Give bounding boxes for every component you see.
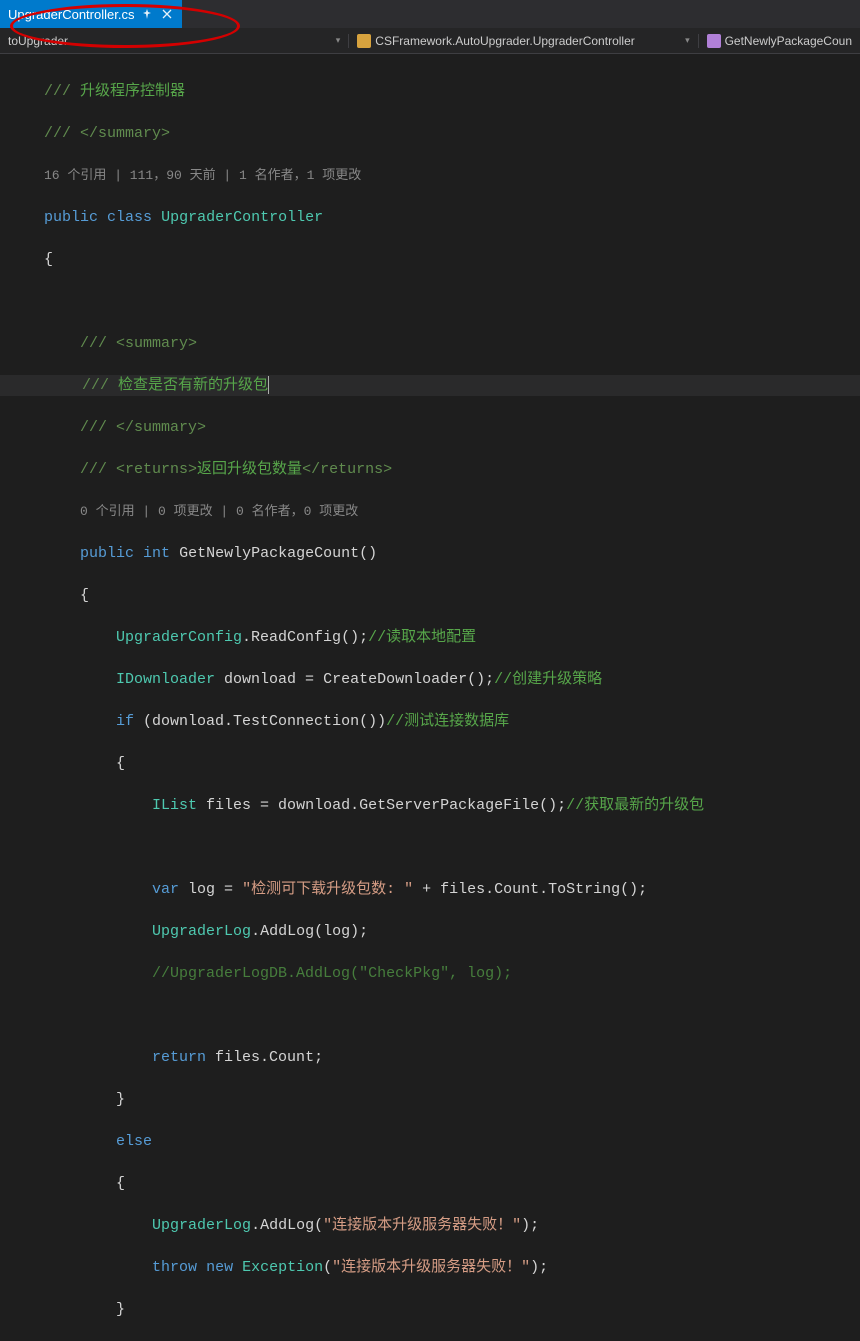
code-text: download = CreateDownloader();	[215, 671, 494, 688]
type: UpgraderLog	[152, 1217, 251, 1234]
text-caret	[268, 376, 269, 394]
nav-member-dropdown[interactable]: GetNewlyPackageCoun	[699, 34, 860, 48]
code-text: + files.Count.ToString();	[413, 881, 647, 898]
string: "连接版本升级服务器失败！"	[332, 1259, 530, 1276]
brace: {	[44, 251, 53, 268]
brace: {	[116, 755, 125, 772]
codelens-refs[interactable]: 0 个引用 | 0 项更改 | 0 名作者，0 项更改	[80, 504, 358, 519]
brace: }	[116, 1091, 125, 1108]
method-icon	[707, 34, 721, 48]
comment: //获取最新的升级包	[566, 797, 704, 814]
xml-doc-text: 升级程序控制器	[80, 83, 185, 100]
code-text: );	[521, 1217, 539, 1234]
tab-label: UpgraderController.cs	[8, 7, 134, 22]
close-icon[interactable]	[160, 7, 174, 21]
kw: public	[80, 545, 134, 562]
nav-member-label: GetNewlyPackageCoun	[725, 34, 852, 48]
kw: throw	[152, 1259, 197, 1276]
comment: //创建升级策略	[494, 671, 602, 688]
nav-namespace-dropdown[interactable]: toUpgrader ▾	[0, 34, 349, 48]
code-text: );	[530, 1259, 548, 1276]
code-text: (	[323, 1259, 332, 1276]
parens: ()	[359, 545, 377, 562]
xml-tag: <summary>	[116, 335, 197, 352]
type: UpgraderController	[161, 209, 323, 226]
string: "检测可下载升级包数: "	[242, 881, 413, 898]
kw: new	[206, 1259, 233, 1276]
xml-tag: <returns>	[116, 461, 197, 478]
string: "连接版本升级服务器失败！"	[323, 1217, 521, 1234]
code-text: .AddLog(log);	[251, 923, 368, 940]
xml-tag: </summary>	[116, 419, 206, 436]
type: UpgraderLog	[152, 923, 251, 940]
nav-class-dropdown[interactable]: CSFramework.AutoUpgrader.UpgraderControl…	[349, 34, 698, 48]
comment: //读取本地配置	[368, 629, 476, 646]
xml-doc: ///	[82, 377, 118, 394]
code-editor[interactable]: /// 升级程序控制器 /// </summary> 16 个引用 | 111，…	[0, 54, 860, 1341]
comment: //UpgraderLogDB.AddLog("CheckPkg", log);	[152, 965, 512, 982]
code-text: .ReadConfig();	[242, 629, 368, 646]
xml-doc: ///	[44, 125, 80, 142]
code-text: log =	[179, 881, 242, 898]
brace: {	[116, 1175, 125, 1192]
xml-tag: </summary>	[80, 125, 170, 142]
pin-icon[interactable]	[140, 7, 154, 21]
code-text: files = download.GetServerPackageFile();	[197, 797, 566, 814]
code-text: .AddLog(	[251, 1217, 323, 1234]
xml-doc: ///	[80, 335, 116, 352]
code-text: files.Count;	[206, 1049, 323, 1066]
kw: public	[44, 209, 98, 226]
kw: else	[116, 1133, 152, 1150]
xml-doc-text: 返回升级包数量	[197, 461, 302, 478]
type: UpgraderConfig	[116, 629, 242, 646]
xml-doc: ///	[80, 419, 116, 436]
chevron-down-icon: ▾	[336, 35, 341, 46]
nav-namespace-label: toUpgrader	[8, 34, 68, 48]
kw: var	[152, 881, 179, 898]
brace: {	[80, 587, 89, 604]
navigation-bar: toUpgrader ▾ CSFramework.AutoUpgrader.Up…	[0, 28, 860, 54]
type: Exception	[242, 1259, 323, 1276]
brace: }	[116, 1301, 125, 1318]
file-tab-active[interactable]: UpgraderController.cs	[0, 0, 182, 28]
type: IList	[152, 797, 197, 814]
xml-tag: </returns>	[302, 461, 392, 478]
xml-doc-text: 检查是否有新的升级包	[118, 377, 268, 394]
nav-class-label: CSFramework.AutoUpgrader.UpgraderControl…	[375, 34, 634, 48]
kw: int	[143, 545, 170, 562]
codelens-refs[interactable]: 16 个引用 | 111，90 天前 | 1 名作者，1 项更改	[44, 168, 361, 183]
type: IDownloader	[116, 671, 215, 688]
chevron-down-icon: ▾	[685, 35, 690, 46]
kw: class	[107, 209, 152, 226]
tab-bar: UpgraderController.cs	[0, 0, 860, 28]
kw: return	[152, 1049, 206, 1066]
class-icon	[357, 34, 371, 48]
xml-doc: ///	[44, 83, 80, 100]
method-name: GetNewlyPackageCount	[179, 545, 359, 562]
xml-doc: ///	[80, 461, 116, 478]
